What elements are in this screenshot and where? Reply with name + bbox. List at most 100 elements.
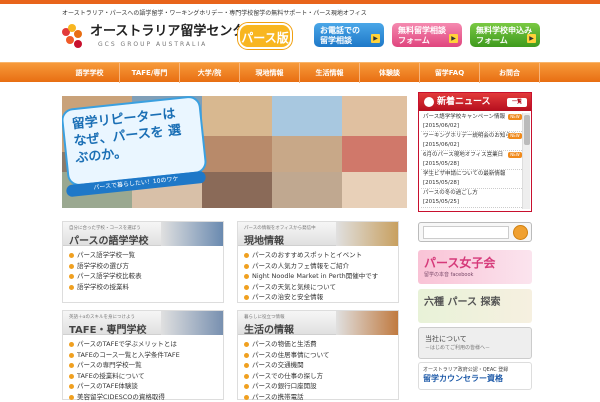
nav-item-faq[interactable]: 留学FAQ xyxy=(420,63,480,83)
logo-title: オーストラリア留学センター xyxy=(90,24,258,40)
perth-city-banner[interactable]: 六種 パース 探索 xyxy=(418,289,532,323)
box-header-photo xyxy=(161,311,223,335)
news-item-date: [2015/06/02] xyxy=(423,122,522,131)
news-item-date: [2015/05/28] xyxy=(423,179,522,188)
list-item[interactable]: パース語学学校比較表 xyxy=(69,271,219,282)
site-search xyxy=(418,222,532,242)
phone-consult-button[interactable]: お電話での 留学相談 ▶ xyxy=(314,23,384,47)
box-title: 生活の情報 xyxy=(244,321,294,336)
new-badge: NEW xyxy=(508,152,522,158)
new-badge: NEW xyxy=(508,114,522,120)
box-subtitle: 自分に合った学校・コースを選ぼう xyxy=(69,225,141,231)
box-header-photo xyxy=(161,222,223,246)
news-item[interactable]: 6月のパース現地オフィス営業日 [2015/05/28] NEW xyxy=(421,151,522,170)
counselor-line2: 留学カウンセラー資格 xyxy=(423,373,527,384)
box-title: パースの語学学校 xyxy=(69,232,149,247)
logo-mark-icon xyxy=(62,24,88,50)
list-item[interactable]: パースのTAFEで学ぶメリットとは xyxy=(69,339,219,350)
tafe-header[interactable]: 英語＋αのスキルを身につけよう TAFE・専門学校 xyxy=(63,311,223,335)
site-tagline: オーストラリア・パースへの語学留学・ワーキングホリデー・専門学校留学の無料サポー… xyxy=(62,9,532,19)
news-item[interactable]: ワーキングホリデー説明会のお知らせ [2015/06/02] NEW xyxy=(421,132,522,151)
main-navigation: 語学学校 TAFE/専門 大学/院 現地情報 生活情報 体験談 留学FAQ お問… xyxy=(0,62,600,82)
search-icon[interactable] xyxy=(513,225,528,240)
new-badge: NEW xyxy=(508,133,522,139)
news-item-text: 学生ビザ申請についての最新情報 xyxy=(423,170,522,179)
arrow-right-icon: ▶ xyxy=(371,34,380,43)
news-item[interactable]: パースの冬の過ごし方 [2015/05/25] xyxy=(421,189,522,208)
news-header: 新着ニュース 一覧 xyxy=(419,93,531,111)
tafe-box: 英語＋αのスキルを身につけよう TAFE・専門学校 パースのTAFEで学ぶメリッ… xyxy=(62,310,224,400)
joshikai-title: パース女子会 xyxy=(424,254,526,271)
list-item[interactable]: TAFEのコース一覧と入学条件TAFE xyxy=(69,350,219,361)
perth-joshikai-banner[interactable]: パース女子会 留学の本音 facebook xyxy=(418,250,532,284)
news-item-text: パースの冬の過ごし方 xyxy=(423,189,522,198)
nav-item-experience[interactable]: 体験談 xyxy=(360,63,420,83)
list-item[interactable]: パースの物価と生活費 xyxy=(244,339,394,350)
news-list: パース語学学校キャンペーン情報 [2015/06/02] NEW ワーキングホリ… xyxy=(421,113,522,209)
search-input[interactable] xyxy=(423,226,509,239)
nav-item-language-school[interactable]: 語学学校 xyxy=(60,63,120,83)
nav-item-tafe[interactable]: TAFE/専門 xyxy=(120,63,180,83)
news-title: 新着ニュース xyxy=(437,97,491,107)
list-item[interactable]: 語学学校の選び方 xyxy=(69,261,219,272)
nav-item-contact[interactable]: お問合 xyxy=(480,63,540,83)
list-item[interactable]: パースの天気と気候について xyxy=(244,282,394,293)
life-info-box: 暮らしに役立つ情報 生活の情報 パースの物価と生活費 パースの住居事情について … xyxy=(237,310,399,400)
list-item[interactable]: パースでの仕事の探し方 xyxy=(244,371,394,382)
list-item[interactable]: パース語学学校一覧 xyxy=(69,250,219,261)
box-subtitle: パースの情報をオフィスから発信中 xyxy=(244,225,316,231)
list-item[interactable]: TAFEの授業料について xyxy=(69,371,219,382)
list-item[interactable]: パースの携帯電話 xyxy=(244,392,394,402)
about-title: 当社について xyxy=(425,334,525,344)
box-subtitle: 暮らしに役立つ情報 xyxy=(244,314,285,320)
list-item[interactable]: パースのおすすめスポットとイベント xyxy=(244,250,394,261)
perth-edition-badge: パース版 xyxy=(238,23,292,49)
news-list-button[interactable]: 一覧 xyxy=(507,98,527,107)
arrow-right-icon: ▶ xyxy=(527,34,536,43)
nav-item-life-info[interactable]: 生活情報 xyxy=(300,63,360,83)
life-info-header[interactable]: 暮らしに役立つ情報 生活の情報 xyxy=(238,311,398,335)
list-item[interactable]: 美容留学CIDESCOの資格取得 xyxy=(69,392,219,402)
logo-subtitle: GCS GROUP AUSTRALIA xyxy=(98,41,207,48)
language-school-box: 自分に合った学校・コースを選ぼう パースの語学学校 パース語学学校一覧 語学学校… xyxy=(62,221,224,303)
local-info-header[interactable]: パースの情報をオフィスから発信中 現地情報 xyxy=(238,222,398,246)
nav-item-local-info[interactable]: 現地情報 xyxy=(240,63,300,83)
scroll-thumb[interactable] xyxy=(524,115,530,145)
free-consult-form-button[interactable]: 無料留学相談 フォーム ▶ xyxy=(392,23,462,47)
list-item[interactable]: パースの専門学校一覧 xyxy=(69,360,219,371)
local-info-box: パースの情報をオフィスから発信中 現地情報 パースのおすすめスポットとイベント … xyxy=(237,221,399,303)
box-title: TAFE・専門学校 xyxy=(69,321,146,336)
list-item[interactable]: パースのTAFE体験談 xyxy=(69,381,219,392)
news-scrollbar[interactable] xyxy=(522,113,530,209)
list-item[interactable]: パースの銀行口座開設 xyxy=(244,381,394,392)
list-item[interactable]: パースの住居事情について xyxy=(244,350,394,361)
list-item[interactable]: パースの交通機関 xyxy=(244,360,394,371)
hero-photo-collage[interactable]: 留学リピーターは なぜ、パースを 選ぶのか。 パースで暮らしたい！10のワケ xyxy=(62,96,407,208)
list-item[interactable]: パースの人気カフェ情報をご紹介 xyxy=(244,261,394,272)
school-apply-form-button[interactable]: 無料学校申込み フォーム ▶ xyxy=(470,23,540,47)
about-subtitle: －はじめてご利用の皆様へ－ xyxy=(425,344,525,351)
list-item[interactable]: 語学学校の授業料 xyxy=(69,282,219,293)
box-header-photo xyxy=(336,222,398,246)
list-item[interactable]: パースの治安と安全情報 xyxy=(244,292,394,303)
joshikai-subtitle: 留学の本音 facebook xyxy=(424,271,526,278)
news-item[interactable]: 学生ビザ申請についての最新情報 [2015/05/28] xyxy=(421,170,522,189)
arrow-right-icon: ▶ xyxy=(449,34,458,43)
news-bullet-icon xyxy=(424,97,434,107)
about-us-banner[interactable]: 当社について －はじめてご利用の皆様へ－ xyxy=(418,327,532,359)
perth-city-title: 六種 パース 探索 xyxy=(424,293,526,308)
news-item-date: [2015/05/25] xyxy=(423,198,522,207)
news-item-date: [2015/05/28] xyxy=(423,160,522,169)
top-accent-bar xyxy=(0,0,600,4)
box-header-photo xyxy=(336,311,398,335)
list-item[interactable]: Night Noodle Market in Perth開催中です xyxy=(244,271,394,282)
news-item[interactable]: パース語学学校キャンペーン情報 [2015/06/02] NEW xyxy=(421,113,522,132)
news-panel: 新着ニュース 一覧 パース語学学校キャンペーン情報 [2015/06/02] N… xyxy=(418,92,532,212)
site-logo[interactable]: オーストラリア留学センター GCS GROUP AUSTRALIA パース版 xyxy=(62,22,292,52)
nav-item-university[interactable]: 大学/院 xyxy=(180,63,240,83)
language-school-header[interactable]: 自分に合った学校・コースを選ぼう パースの語学学校 xyxy=(63,222,223,246)
counselor-line1: オーストラリア政府公認・QEAC 登録 xyxy=(423,366,527,373)
news-item-date: [2015/06/02] xyxy=(423,141,522,150)
counselor-qualification-banner[interactable]: オーストラリア政府公認・QEAC 登録 留学カウンセラー資格 xyxy=(418,362,532,390)
box-title: 現地情報 xyxy=(244,232,284,247)
